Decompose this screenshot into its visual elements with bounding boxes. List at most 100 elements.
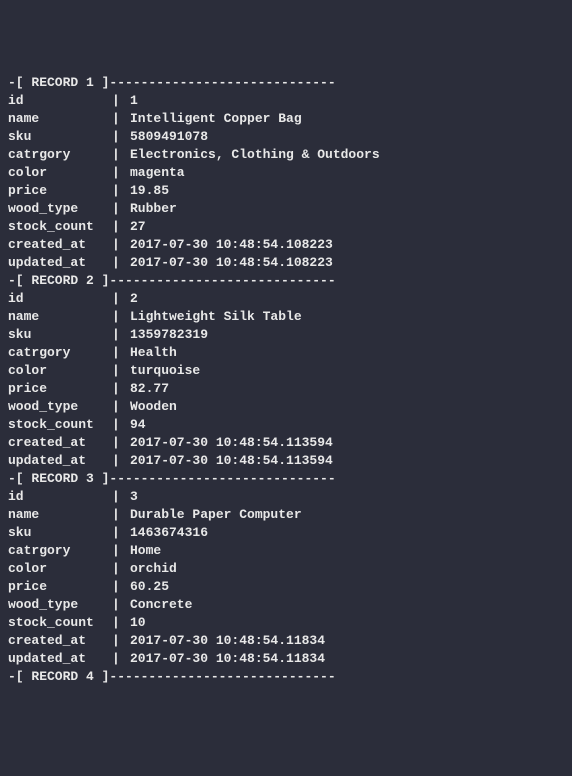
record-row: wood_type| Wooden [8,398,572,416]
record-row: stock_count| 94 [8,416,572,434]
record-row: updated_at| 2017-07-30 10:48:54.113594 [8,452,572,470]
field-key-price: price [8,182,112,200]
record-row: color| magenta [8,164,572,182]
record-row: sku| 5809491078 [8,128,572,146]
record-row: created_at| 2017-07-30 10:48:54.113594 [8,434,572,452]
field-value-created_at: 2017-07-30 10:48:54.11834 [130,632,325,650]
field-key-name: name [8,506,112,524]
field-value-catrgory: Home [130,542,161,560]
record-row: updated_at| 2017-07-30 10:48:54.108223 [8,254,572,272]
field-key-wood_type: wood_type [8,398,112,416]
column-separator: | [112,254,130,272]
field-key-id: id [8,290,112,308]
column-separator: | [112,92,130,110]
record-row: created_at| 2017-07-30 10:48:54.11834 [8,632,572,650]
field-value-wood_type: Wooden [130,398,177,416]
field-value-name: Intelligent Copper Bag [130,110,302,128]
field-key-name: name [8,308,112,326]
field-value-updated_at: 2017-07-30 10:48:54.108223 [130,254,333,272]
field-value-updated_at: 2017-07-30 10:48:54.11834 [130,650,325,668]
field-value-sku: 5809491078 [130,128,208,146]
field-value-name: Lightweight Silk Table [130,308,302,326]
field-key-price: price [8,380,112,398]
record-row: name| Durable Paper Computer [8,506,572,524]
record-row: id| 3 [8,488,572,506]
record-row: wood_type| Rubber [8,200,572,218]
column-separator: | [112,236,130,254]
column-separator: | [112,164,130,182]
column-separator: | [112,362,130,380]
record-header: -[ RECORD 3 ]---------------------------… [8,470,572,488]
column-separator: | [112,434,130,452]
field-key-stock_count: stock_count [8,614,112,632]
record-header: -[ RECORD 4 ]---------------------------… [8,668,572,686]
field-value-stock_count: 10 [130,614,146,632]
field-value-stock_count: 27 [130,218,146,236]
column-separator: | [112,560,130,578]
record-row: updated_at| 2017-07-30 10:48:54.11834 [8,650,572,668]
field-value-price: 19.85 [130,182,169,200]
field-value-created_at: 2017-07-30 10:48:54.113594 [130,434,333,452]
field-value-id: 2 [130,290,138,308]
field-key-created_at: created_at [8,632,112,650]
field-value-created_at: 2017-07-30 10:48:54.108223 [130,236,333,254]
field-key-catrgory: catrgory [8,146,112,164]
field-key-sku: sku [8,326,112,344]
column-separator: | [112,416,130,434]
field-key-id: id [8,92,112,110]
column-separator: | [112,506,130,524]
field-value-sku: 1463674316 [130,524,208,542]
record-row: color| turquoise [8,362,572,380]
field-value-color: orchid [130,560,177,578]
column-separator: | [112,632,130,650]
record-header: -[ RECORD 1 ]---------------------------… [8,74,572,92]
field-key-id: id [8,488,112,506]
column-separator: | [112,344,130,362]
record-row: id| 2 [8,290,572,308]
record-row: price| 19.85 [8,182,572,200]
field-value-wood_type: Concrete [130,596,192,614]
field-value-color: magenta [130,164,185,182]
column-separator: | [112,380,130,398]
record-row: name| Intelligent Copper Bag [8,110,572,128]
column-separator: | [112,650,130,668]
record-row: stock_count| 10 [8,614,572,632]
field-key-created_at: created_at [8,434,112,452]
field-key-updated_at: updated_at [8,452,112,470]
psql-expanded-output: -[ RECORD 1 ]---------------------------… [8,74,572,686]
column-separator: | [112,488,130,506]
field-key-wood_type: wood_type [8,596,112,614]
field-key-stock_count: stock_count [8,416,112,434]
record-row: catrgory| Home [8,542,572,560]
field-value-price: 82.77 [130,380,169,398]
field-key-color: color [8,560,112,578]
column-separator: | [112,398,130,416]
column-separator: | [112,542,130,560]
field-key-catrgory: catrgory [8,344,112,362]
column-separator: | [112,146,130,164]
field-key-name: name [8,110,112,128]
column-separator: | [112,200,130,218]
field-key-color: color [8,164,112,182]
field-value-catrgory: Electronics, Clothing & Outdoors [130,146,380,164]
field-key-wood_type: wood_type [8,200,112,218]
record-header: -[ RECORD 2 ]---------------------------… [8,272,572,290]
field-key-updated_at: updated_at [8,650,112,668]
field-value-name: Durable Paper Computer [130,506,302,524]
column-separator: | [112,308,130,326]
field-key-stock_count: stock_count [8,218,112,236]
field-key-updated_at: updated_at [8,254,112,272]
field-key-catrgory: catrgory [8,542,112,560]
column-separator: | [112,110,130,128]
field-key-sku: sku [8,128,112,146]
field-value-sku: 1359782319 [130,326,208,344]
column-separator: | [112,218,130,236]
record-row: stock_count| 27 [8,218,572,236]
column-separator: | [112,128,130,146]
field-value-id: 1 [130,92,138,110]
record-row: wood_type| Concrete [8,596,572,614]
field-value-stock_count: 94 [130,416,146,434]
column-separator: | [112,614,130,632]
record-row: sku| 1359782319 [8,326,572,344]
record-row: catrgory| Health [8,344,572,362]
